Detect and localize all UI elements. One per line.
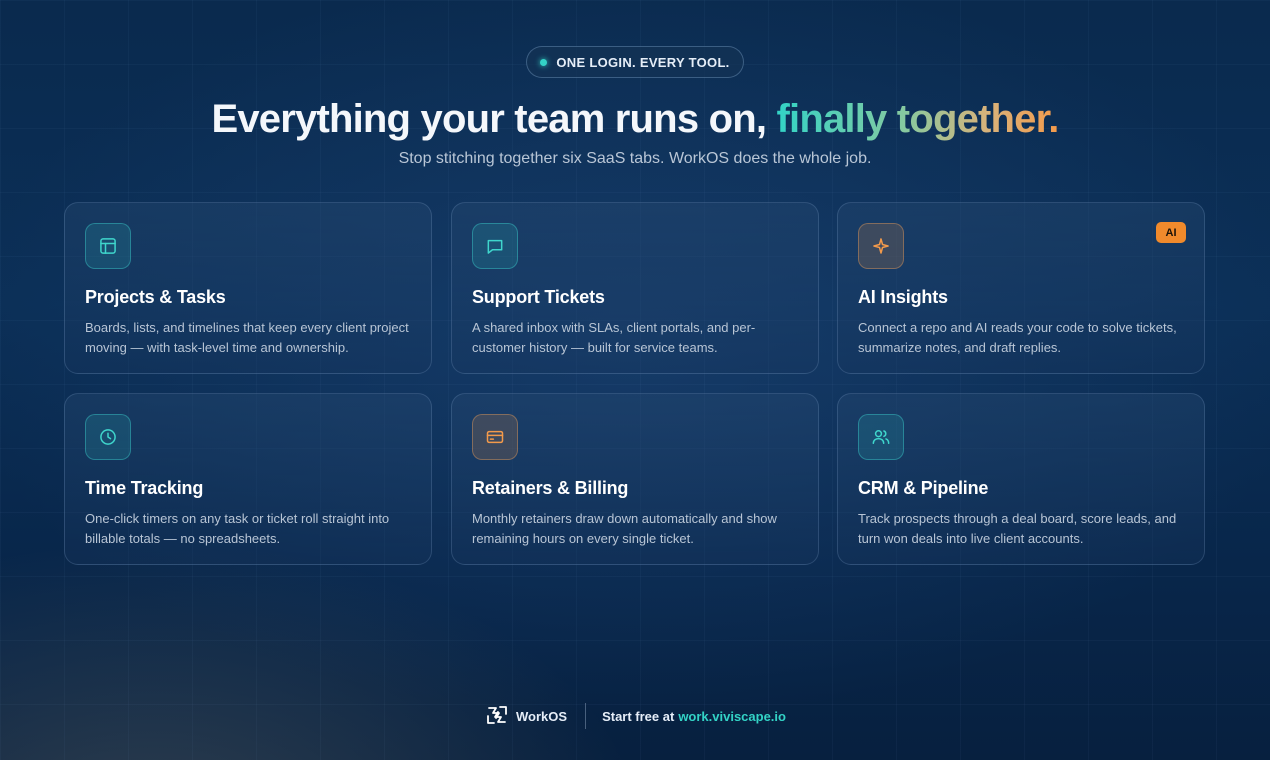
- brand[interactable]: WorkOS: [484, 702, 567, 731]
- hero-subtitle: Stop stitching together six SaaS tabs. W…: [398, 150, 872, 167]
- message-icon: [472, 223, 518, 269]
- clock-icon: [85, 414, 131, 460]
- users-icon: [858, 414, 904, 460]
- tagline-text: ONE LOGIN. EVERY TOOL.: [556, 54, 730, 70]
- card-description: Connect a repo and AI reads your code to…: [858, 320, 1177, 355]
- footer: WorkOS Start free at work.viviscape.io: [0, 700, 1270, 732]
- card-title: AI Insights: [858, 287, 948, 307]
- card-title: CRM & Pipeline: [858, 478, 989, 498]
- tagline-pill: ONE LOGIN. EVERY TOOL.: [526, 46, 744, 78]
- card-description: Track prospects through a deal board, sc…: [858, 511, 1177, 546]
- card-description: Boards, lists, and timelines that keep e…: [85, 320, 409, 355]
- headline-accent: finally together.: [776, 97, 1060, 141]
- card-description: Monthly retainers draw down automaticall…: [472, 511, 777, 546]
- sparkle-icon: [858, 223, 904, 269]
- layout-icon: [85, 223, 131, 269]
- cta-text: Start free at: [602, 708, 675, 724]
- feature-card-billing[interactable]: Retainers & Billing Monthly retainers dr…: [451, 393, 819, 565]
- cta-link[interactable]: work.viviscape.io: [678, 709, 786, 724]
- feature-card-crm[interactable]: CRM & Pipeline Track prospects through a…: [837, 393, 1205, 565]
- card-title: Time Tracking: [85, 478, 204, 498]
- card-title: Projects & Tasks: [85, 287, 226, 307]
- feature-card-time[interactable]: Time Tracking One-click timers on any ta…: [64, 393, 432, 565]
- feature-card-ai[interactable]: AI AI Insights Connect a repo and AI rea…: [837, 202, 1205, 374]
- headline-plain: Everything your team runs on,: [211, 97, 767, 141]
- feature-card-support[interactable]: Support Tickets A shared inbox with SLAs…: [451, 202, 819, 374]
- brand-name: WorkOS: [516, 708, 568, 724]
- status-dot: [540, 58, 548, 66]
- card-title: Support Tickets: [472, 287, 605, 307]
- hero-headline: Everything your team runs on, finally to…: [0, 92, 1270, 146]
- workos-logo-icon: [484, 702, 510, 731]
- ai-badge: AI: [1156, 222, 1186, 243]
- footer-divider: [585, 703, 587, 729]
- card-description: A shared inbox with SLAs, client portals…: [472, 320, 756, 355]
- card-title: Retainers & Billing: [472, 478, 629, 498]
- card-description: One-click timers on any task or ticket r…: [85, 511, 390, 546]
- feature-card-projects[interactable]: Projects & Tasks Boards, lists, and time…: [64, 202, 432, 374]
- credit-card-icon: [472, 414, 518, 460]
